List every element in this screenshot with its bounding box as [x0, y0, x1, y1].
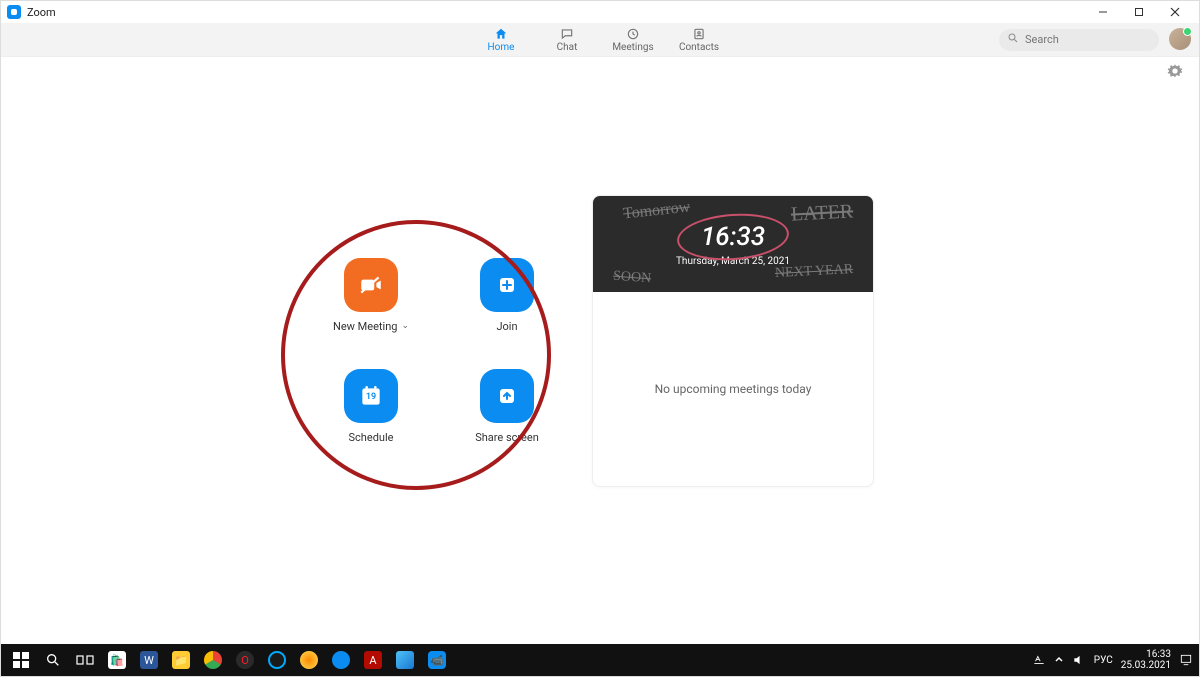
profile-avatar[interactable]: [1169, 28, 1191, 50]
contacts-icon: [692, 27, 706, 41]
schedule-button[interactable]: 19: [344, 369, 398, 423]
task-view-button[interactable]: [71, 646, 99, 674]
tab-label: Contacts: [679, 42, 719, 53]
plus-icon: [495, 273, 519, 297]
tab-chat[interactable]: Chat: [542, 27, 592, 53]
window-title: Zoom: [27, 6, 56, 19]
titlebar: Zoom: [1, 1, 1199, 23]
video-icon: [358, 272, 384, 298]
new-meeting-button[interactable]: [344, 258, 398, 312]
tb-app-chrome[interactable]: [199, 646, 227, 674]
tb-app-generic3[interactable]: [327, 646, 355, 674]
tab-label: Home: [488, 42, 515, 53]
tab-contacts[interactable]: Contacts: [674, 27, 724, 53]
share-screen-button[interactable]: [480, 369, 534, 423]
schedule-cell: 19 Schedule: [326, 369, 416, 444]
share-cell: Share screen: [462, 369, 552, 444]
tab-meetings[interactable]: Meetings: [608, 27, 658, 53]
tray-date: 25.03.2021: [1121, 660, 1171, 671]
tray-clock[interactable]: 16:33 25.03.2021: [1121, 649, 1171, 671]
calendar-icon: 19: [358, 383, 384, 409]
tray-volume-icon[interactable]: [1072, 653, 1086, 667]
taskbar-left: 🛍️ W 📁 O A 📹: [7, 646, 451, 674]
tb-app-acrobat[interactable]: A: [359, 646, 387, 674]
join-cell: Join: [462, 258, 552, 333]
taskview-icon: [76, 653, 94, 667]
chalk-text: SOON: [612, 268, 651, 287]
chat-icon: [560, 27, 574, 41]
tb-app-zoom[interactable]: 📹: [423, 646, 451, 674]
chalk-text: Tomorrow: [622, 198, 691, 223]
share-label: Share screen: [475, 431, 539, 444]
tb-app-generic1[interactable]: [263, 646, 291, 674]
join-button[interactable]: [480, 258, 534, 312]
tray-language[interactable]: РУС: [1094, 655, 1113, 666]
tray-input-icon[interactable]: [1032, 653, 1046, 667]
minimize-button[interactable]: [1085, 1, 1121, 23]
search-input[interactable]: [999, 29, 1159, 51]
tb-app-photos[interactable]: [391, 646, 419, 674]
chalk-text: NEXT YEAR: [774, 261, 853, 281]
upcoming-panel: Tomorrow LATER SOON NEXT YEAR 16:33 Thur…: [592, 195, 874, 487]
schedule-label: Schedule: [349, 431, 394, 444]
windows-taskbar: 🛍️ W 📁 O A 📹 РУС 16:33 2: [1, 644, 1199, 676]
tray-chevron-icon[interactable]: [1054, 655, 1064, 665]
tb-app-generic2[interactable]: [295, 646, 323, 674]
nav-tabs: Home Chat Meetings Contacts: [476, 23, 724, 56]
search-task-button[interactable]: [39, 646, 67, 674]
close-button[interactable]: [1157, 1, 1193, 23]
share-icon: [495, 384, 519, 408]
start-button[interactable]: [7, 646, 35, 674]
zoom-window: Zoom Home Chat: [0, 0, 1200, 677]
home-content: New Meeting ⌄ Join: [1, 57, 1199, 644]
tb-app-word[interactable]: W: [135, 646, 163, 674]
banner-time-wrap: 16:33: [691, 220, 775, 254]
tb-app-store[interactable]: 🛍️: [103, 646, 131, 674]
maximize-button[interactable]: [1121, 1, 1157, 23]
new-meeting-cell: New Meeting ⌄: [326, 258, 416, 333]
chalk-text: LATER: [790, 200, 853, 226]
tb-app-opera[interactable]: O: [231, 646, 259, 674]
tray-time: 16:33: [1146, 649, 1171, 660]
windows-icon: [13, 652, 29, 668]
chevron-down-icon: ⌄: [401, 321, 409, 331]
tab-label: Meetings: [612, 42, 653, 53]
zoom-app-icon: [7, 5, 21, 19]
tb-app-explorer[interactable]: 📁: [167, 646, 195, 674]
clock-icon: [626, 27, 640, 41]
top-toolbar: Home Chat Meetings Contacts: [1, 23, 1199, 57]
tab-label: Chat: [557, 42, 578, 53]
no-meetings-text: No upcoming meetings today: [655, 382, 812, 396]
clock-banner: Tomorrow LATER SOON NEXT YEAR 16:33 Thur…: [593, 196, 873, 292]
new-meeting-label[interactable]: New Meeting ⌄: [333, 320, 409, 333]
home-icon: [494, 27, 508, 41]
join-label: Join: [496, 320, 517, 333]
taskbar-right: РУС 16:33 25.03.2021: [1032, 649, 1193, 671]
search-icon: [45, 652, 61, 668]
banner-time: 16:33: [701, 222, 765, 252]
search-wrap: [999, 28, 1159, 51]
quick-actions-panel: New Meeting ⌄ Join: [326, 258, 552, 444]
tray-notifications-icon[interactable]: [1179, 653, 1193, 667]
search-icon: [1007, 32, 1019, 44]
upcoming-body: No upcoming meetings today: [593, 292, 873, 486]
tab-home[interactable]: Home: [476, 27, 526, 53]
action-grid: New Meeting ⌄ Join: [326, 258, 552, 444]
